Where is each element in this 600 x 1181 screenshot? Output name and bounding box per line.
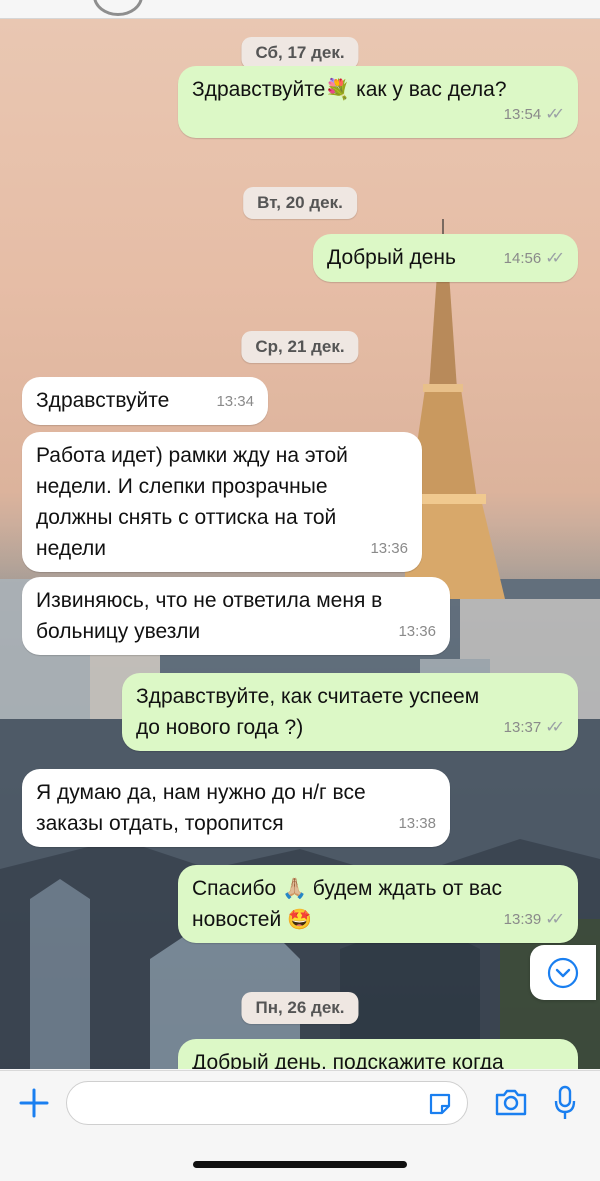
message-text: как у вас дела? bbox=[356, 78, 507, 101]
message-text: должны снять с оттиска на той bbox=[36, 506, 337, 529]
home-indicator bbox=[193, 1161, 407, 1168]
message-text: заказы отдать, торопится bbox=[36, 812, 284, 835]
message-meta: 14:56 ✓✓ bbox=[503, 243, 565, 274]
date-separator: Пн, 26 дек. bbox=[241, 992, 359, 1024]
date-separator: Ср, 21 дек. bbox=[241, 331, 359, 363]
message-meta: 13:36 bbox=[398, 616, 436, 647]
message-input[interactable] bbox=[66, 1081, 468, 1125]
message-time: 13:36 bbox=[370, 540, 408, 557]
message-meta: 13:37 ✓✓ bbox=[503, 712, 565, 743]
sticker-icon[interactable] bbox=[427, 1091, 453, 1122]
message-text: больницу увезли bbox=[36, 620, 201, 643]
read-receipt-icon: ✓✓ bbox=[545, 106, 565, 123]
message-time: 13:34 bbox=[216, 393, 254, 410]
date-separator: Сб, 17 дек. bbox=[241, 37, 359, 69]
message-bubble-outgoing[interactable]: Здравствуйте, как считаете успеем до нов… bbox=[122, 673, 578, 751]
message-text: Спасибо bbox=[192, 877, 277, 900]
message-time: 13:36 bbox=[398, 623, 436, 640]
folded-hands-emoji: 🙏🏼 bbox=[282, 876, 307, 900]
message-time: 13:38 bbox=[398, 815, 436, 832]
message-text: Извиняюсь, что не ответила меня в bbox=[36, 589, 383, 612]
message-bubble-incoming[interactable]: Работа идет) рамки жду на этой недели. И… bbox=[22, 432, 422, 572]
message-text: Я думаю да, нам нужно до н/г все bbox=[36, 781, 366, 804]
message-time: 13:54 bbox=[503, 106, 542, 123]
message-text: Добрый день bbox=[327, 246, 456, 269]
message-text: недели bbox=[36, 537, 107, 560]
message-text: Добрый день, подскажите когда bbox=[192, 1051, 504, 1069]
read-receipt-icon: ✓✓ bbox=[545, 911, 565, 928]
message-text: будем ждать от вас bbox=[312, 877, 503, 900]
message-text: недели. И слепки прозрачные bbox=[36, 475, 328, 498]
message-bubble-outgoing[interactable]: Добрый день, подскажите когда bbox=[178, 1039, 578, 1069]
message-time: 13:39 bbox=[503, 911, 542, 928]
scroll-to-bottom-button[interactable] bbox=[530, 945, 596, 1000]
message-time: 14:56 bbox=[503, 250, 542, 267]
camera-icon[interactable] bbox=[494, 1087, 528, 1122]
date-separator: Вт, 20 дек. bbox=[243, 187, 357, 219]
microphone-icon[interactable] bbox=[552, 1085, 578, 1126]
message-time: 13:37 bbox=[503, 719, 542, 736]
message-bubble-incoming[interactable]: Здравствуйте 13:34 bbox=[22, 377, 268, 425]
read-receipt-icon: ✓✓ bbox=[545, 250, 565, 267]
message-meta: 13:34 bbox=[216, 386, 254, 417]
chat-area[interactable]: Сб, 17 дек. Вт, 20 дек. Ср, 21 дек. Пн, … bbox=[0, 19, 600, 1069]
message-text: новостей bbox=[192, 908, 282, 931]
message-text: Здравствуйте bbox=[192, 78, 326, 101]
message-text: Здравствуйте, как считаете успеем bbox=[136, 685, 480, 708]
message-meta: 13:36 bbox=[370, 533, 408, 564]
message-text: Работа идет) рамки жду на этой bbox=[36, 444, 348, 467]
read-receipt-icon: ✓✓ bbox=[545, 719, 565, 736]
message-bubble-incoming[interactable]: Извиняюсь, что не ответила меня в больни… bbox=[22, 577, 450, 655]
message-bubble-outgoing[interactable]: Добрый день 14:56 ✓✓ bbox=[313, 234, 578, 282]
chevron-down-icon bbox=[547, 957, 579, 988]
message-bubble-outgoing[interactable]: Спасибо 🙏🏼 будем ждать от вас новостей 🤩… bbox=[178, 865, 578, 943]
star-struck-emoji: 🤩 bbox=[287, 907, 312, 931]
bouquet-emoji: 💐 bbox=[325, 77, 351, 101]
message-meta: 13:39 ✓✓ bbox=[503, 904, 565, 935]
message-meta: 13:54 ✓✓ bbox=[503, 99, 565, 130]
message-text: Здравствуйте bbox=[36, 389, 170, 412]
message-text: до нового года ?) bbox=[136, 716, 304, 739]
plus-icon[interactable] bbox=[18, 1087, 50, 1119]
contact-avatar[interactable] bbox=[93, 0, 143, 16]
message-bubble-incoming[interactable]: Я думаю да, нам нужно до н/г все заказы … bbox=[22, 769, 450, 847]
message-bubble-outgoing[interactable]: Здравствуйте💐 как у вас дела? 13:54 ✓✓ bbox=[178, 66, 578, 138]
chat-header bbox=[0, 0, 600, 19]
message-meta: 13:38 bbox=[398, 808, 436, 839]
